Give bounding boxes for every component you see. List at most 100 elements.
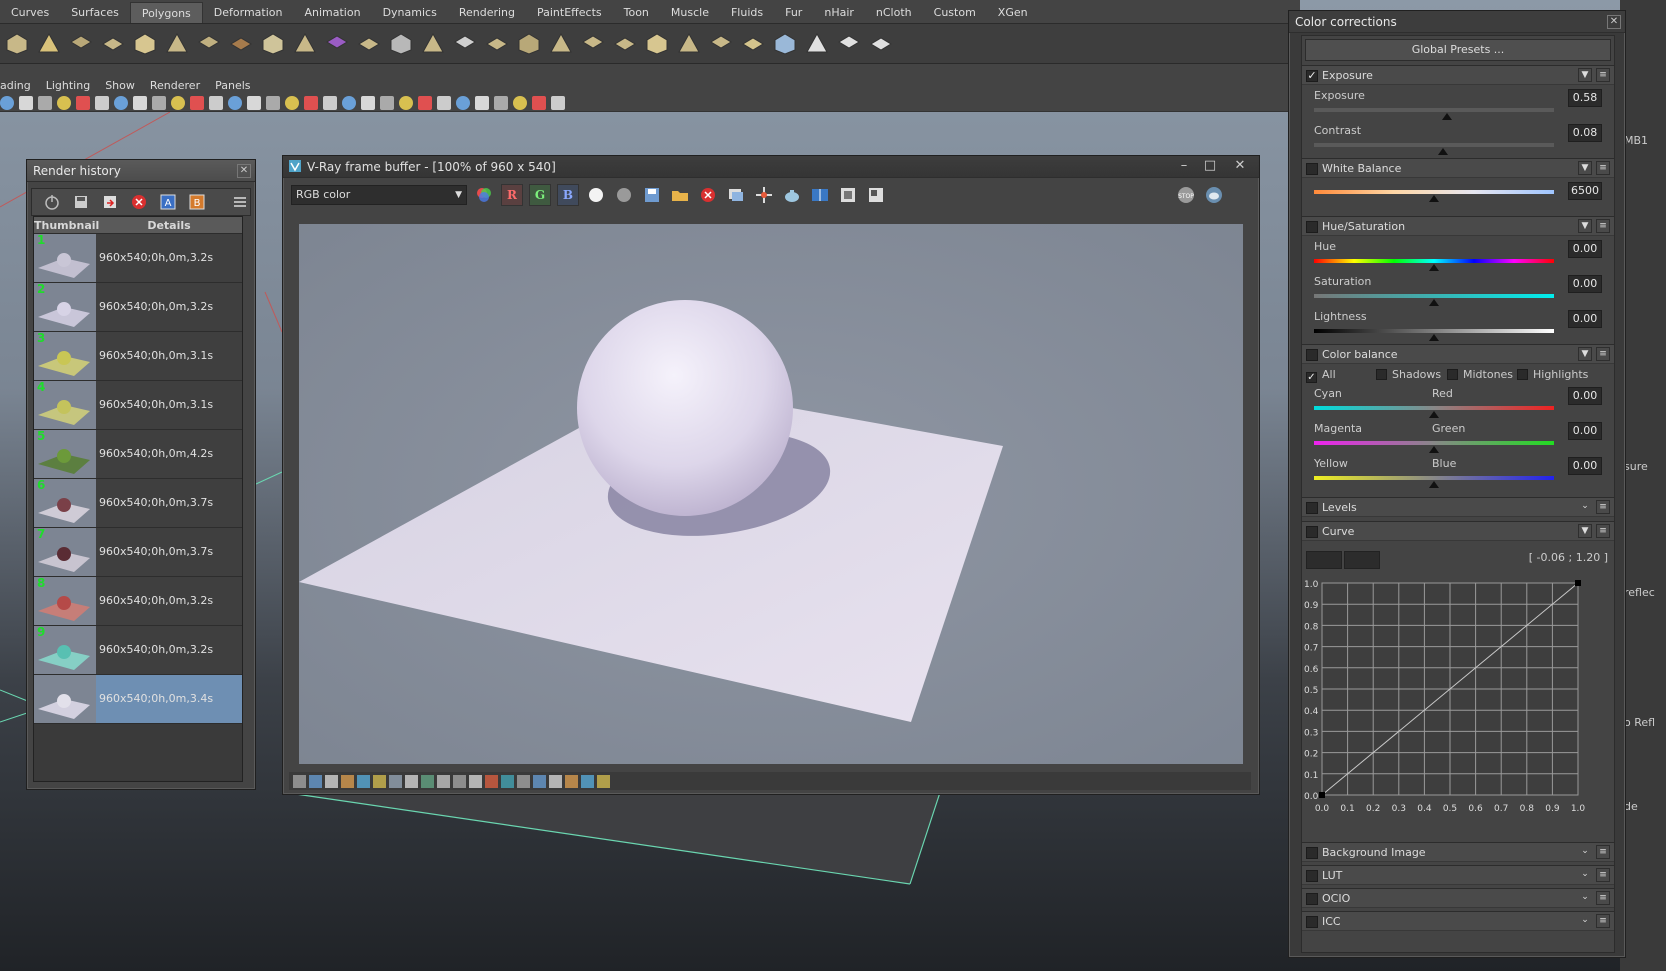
shelf-tab[interactable]: XGen	[987, 2, 1039, 23]
vfb-tool-icon[interactable]	[565, 774, 578, 788]
viewport-tool-icon[interactable]	[551, 95, 565, 110]
render-thumbnail[interactable]	[34, 675, 96, 723]
expand-icon[interactable]: ⌄	[1578, 845, 1592, 859]
vfb-tool-icon[interactable]	[421, 774, 434, 788]
contrast-value-field[interactable]: 0.08	[1568, 124, 1602, 142]
viewport-tool-icon[interactable]	[114, 95, 128, 110]
lightness-value-field[interactable]: 0.00	[1568, 310, 1602, 328]
yellow-blue-slider-track[interactable]	[1314, 476, 1554, 480]
checkbox[interactable]: ✓	[1306, 372, 1317, 383]
curve-enable-checkbox[interactable]	[1306, 526, 1318, 538]
section-enable-checkbox[interactable]	[1306, 847, 1318, 859]
color-balance-enable-checkbox[interactable]	[1306, 349, 1318, 361]
shelf-tool-icon[interactable]	[706, 29, 736, 59]
color-channels-icon[interactable]	[473, 184, 495, 206]
viewport-tool-icon[interactable]	[323, 95, 337, 110]
maximize-button[interactable]: □	[1199, 159, 1221, 175]
shelf-tab[interactable]: nHair	[813, 2, 865, 23]
column-header-details[interactable]: Details	[96, 217, 242, 233]
menu-button[interactable]	[231, 192, 250, 212]
compare-icon[interactable]	[809, 184, 831, 206]
vfb-title-bar[interactable]: V-Ray frame buffer - [100% of 960 x 540]…	[283, 156, 1259, 178]
curve-option-button[interactable]	[1306, 551, 1342, 569]
vfb-tool-icon[interactable]	[309, 774, 322, 788]
shelf-tab[interactable]: PaintEffects	[526, 2, 613, 23]
render-thumbnail[interactable]: 9	[34, 626, 96, 674]
compare-b-button[interactable]: B	[188, 192, 207, 212]
alpha-white-icon[interactable]	[585, 184, 607, 206]
shelf-tool-icon[interactable]	[514, 29, 544, 59]
vfb-tool-icon[interactable]	[533, 774, 546, 788]
render-image[interactable]	[299, 224, 1243, 764]
viewport-tool-icon[interactable]	[342, 95, 356, 110]
stop-render-icon[interactable]: STOP	[1175, 184, 1197, 206]
yellow-blue-slider-thumb[interactable]	[1429, 481, 1439, 488]
option-highlights[interactable]: Highlights	[1517, 368, 1588, 381]
green-channel-button[interactable]: G	[529, 184, 551, 206]
shelf-tool-icon[interactable]	[418, 29, 448, 59]
vfb-tool-icon[interactable]	[341, 774, 354, 788]
section-curve[interactable]: Curve ▼ ≡	[1302, 521, 1614, 541]
viewport-tool-icon[interactable]	[475, 95, 489, 110]
viewport-menu-item[interactable]: Renderer	[150, 79, 200, 92]
table-row[interactable]: 3 960x540;0h,0m,3.1s	[34, 332, 242, 381]
table-row[interactable]: 960x540;0h,0m,3.4s	[34, 675, 242, 724]
vfb-tool-icon[interactable]	[581, 774, 594, 788]
shelf-tool-icon[interactable]	[258, 29, 288, 59]
collapse-icon[interactable]: ▼	[1578, 524, 1592, 538]
hue-slider-thumb[interactable]	[1429, 264, 1439, 271]
viewport-tool-icon[interactable]	[266, 95, 280, 110]
vfb-tool-icon[interactable]	[597, 774, 610, 788]
curve-graph[interactable]: 1.0 0.9 0.8 0.7 0.6 0.5 0.4 0.3 0.2 0.1 0.0 0.0 0.1 0…	[1304, 579, 1604, 829]
close-button[interactable]: ✕	[1229, 159, 1251, 175]
viewport-tool-icon[interactable]	[190, 95, 204, 110]
menu-icon[interactable]: ≡	[1596, 219, 1610, 233]
viewport-tool-icon[interactable]	[437, 95, 451, 110]
region-render-icon[interactable]	[753, 184, 775, 206]
vfb-tool-icon[interactable]	[517, 774, 530, 788]
viewport-tool-icon[interactable]	[494, 95, 508, 110]
shelf-tool-icon[interactable]	[98, 29, 128, 59]
cyan-red-slider-track[interactable]	[1314, 406, 1554, 410]
viewport-tool-icon[interactable]	[19, 95, 33, 110]
contrast-slider-track[interactable]	[1314, 143, 1554, 147]
collapse-icon[interactable]: ▼	[1578, 161, 1592, 175]
table-row[interactable]: 2 960x540;0h,0m,3.2s	[34, 283, 242, 332]
viewport-tool-icon[interactable]	[247, 95, 261, 110]
lightness-slider-thumb[interactable]	[1429, 334, 1439, 341]
viewport-tool-icon[interactable]	[418, 95, 432, 110]
viewport-tool-icon[interactable]	[0, 95, 14, 110]
viewport-tool-icon[interactable]	[456, 95, 470, 110]
table-row[interactable]: 8 960x540;0h,0m,3.2s	[34, 577, 242, 626]
section-color-balance[interactable]: Color balance ▼ ≡	[1302, 344, 1614, 364]
vfb-tool-icon[interactable]	[405, 774, 418, 788]
shelf-tab[interactable]: Dynamics	[372, 2, 448, 23]
magenta-green-slider-thumb[interactable]	[1429, 446, 1439, 453]
shelf-tab[interactable]: Rendering	[448, 2, 526, 23]
hue-saturation-enable-checkbox[interactable]	[1306, 221, 1318, 233]
shelf-tool-icon[interactable]	[322, 29, 352, 59]
vfb-tool-icon[interactable]	[501, 774, 514, 788]
expand-icon[interactable]: ⌄	[1578, 868, 1592, 882]
teapot-render-icon[interactable]	[781, 184, 803, 206]
channel-select[interactable]: RGB color ▼	[291, 185, 467, 205]
shelf-tool-icon[interactable]	[866, 29, 896, 59]
yellow-blue-value-field[interactable]: 0.00	[1568, 457, 1602, 475]
delete-button[interactable]	[129, 192, 148, 212]
checkbox[interactable]	[1517, 369, 1528, 380]
viewport-menu-item[interactable]: Lighting	[46, 79, 90, 92]
shelf-tab[interactable]: Fluids	[720, 2, 774, 23]
viewport-tool-icon[interactable]	[304, 95, 318, 110]
saturation-value-field[interactable]: 0.00	[1568, 275, 1602, 293]
section-enable-checkbox[interactable]	[1306, 893, 1318, 905]
shelf-tool-icon[interactable]	[290, 29, 320, 59]
clear-image-icon[interactable]	[697, 184, 719, 206]
vfb-tool-icon[interactable]	[469, 774, 482, 788]
menu-icon[interactable]: ≡	[1596, 161, 1610, 175]
shelf-tab[interactable]: Curves	[0, 2, 60, 23]
section-exposure[interactable]: ✓ Exposure ▼ ≡	[1302, 65, 1614, 85]
viewport-tool-icon[interactable]	[133, 95, 147, 110]
menu-icon[interactable]: ≡	[1596, 868, 1610, 882]
vfb-tool-icon[interactable]	[293, 774, 306, 788]
vfb-tool-icon[interactable]	[453, 774, 466, 788]
